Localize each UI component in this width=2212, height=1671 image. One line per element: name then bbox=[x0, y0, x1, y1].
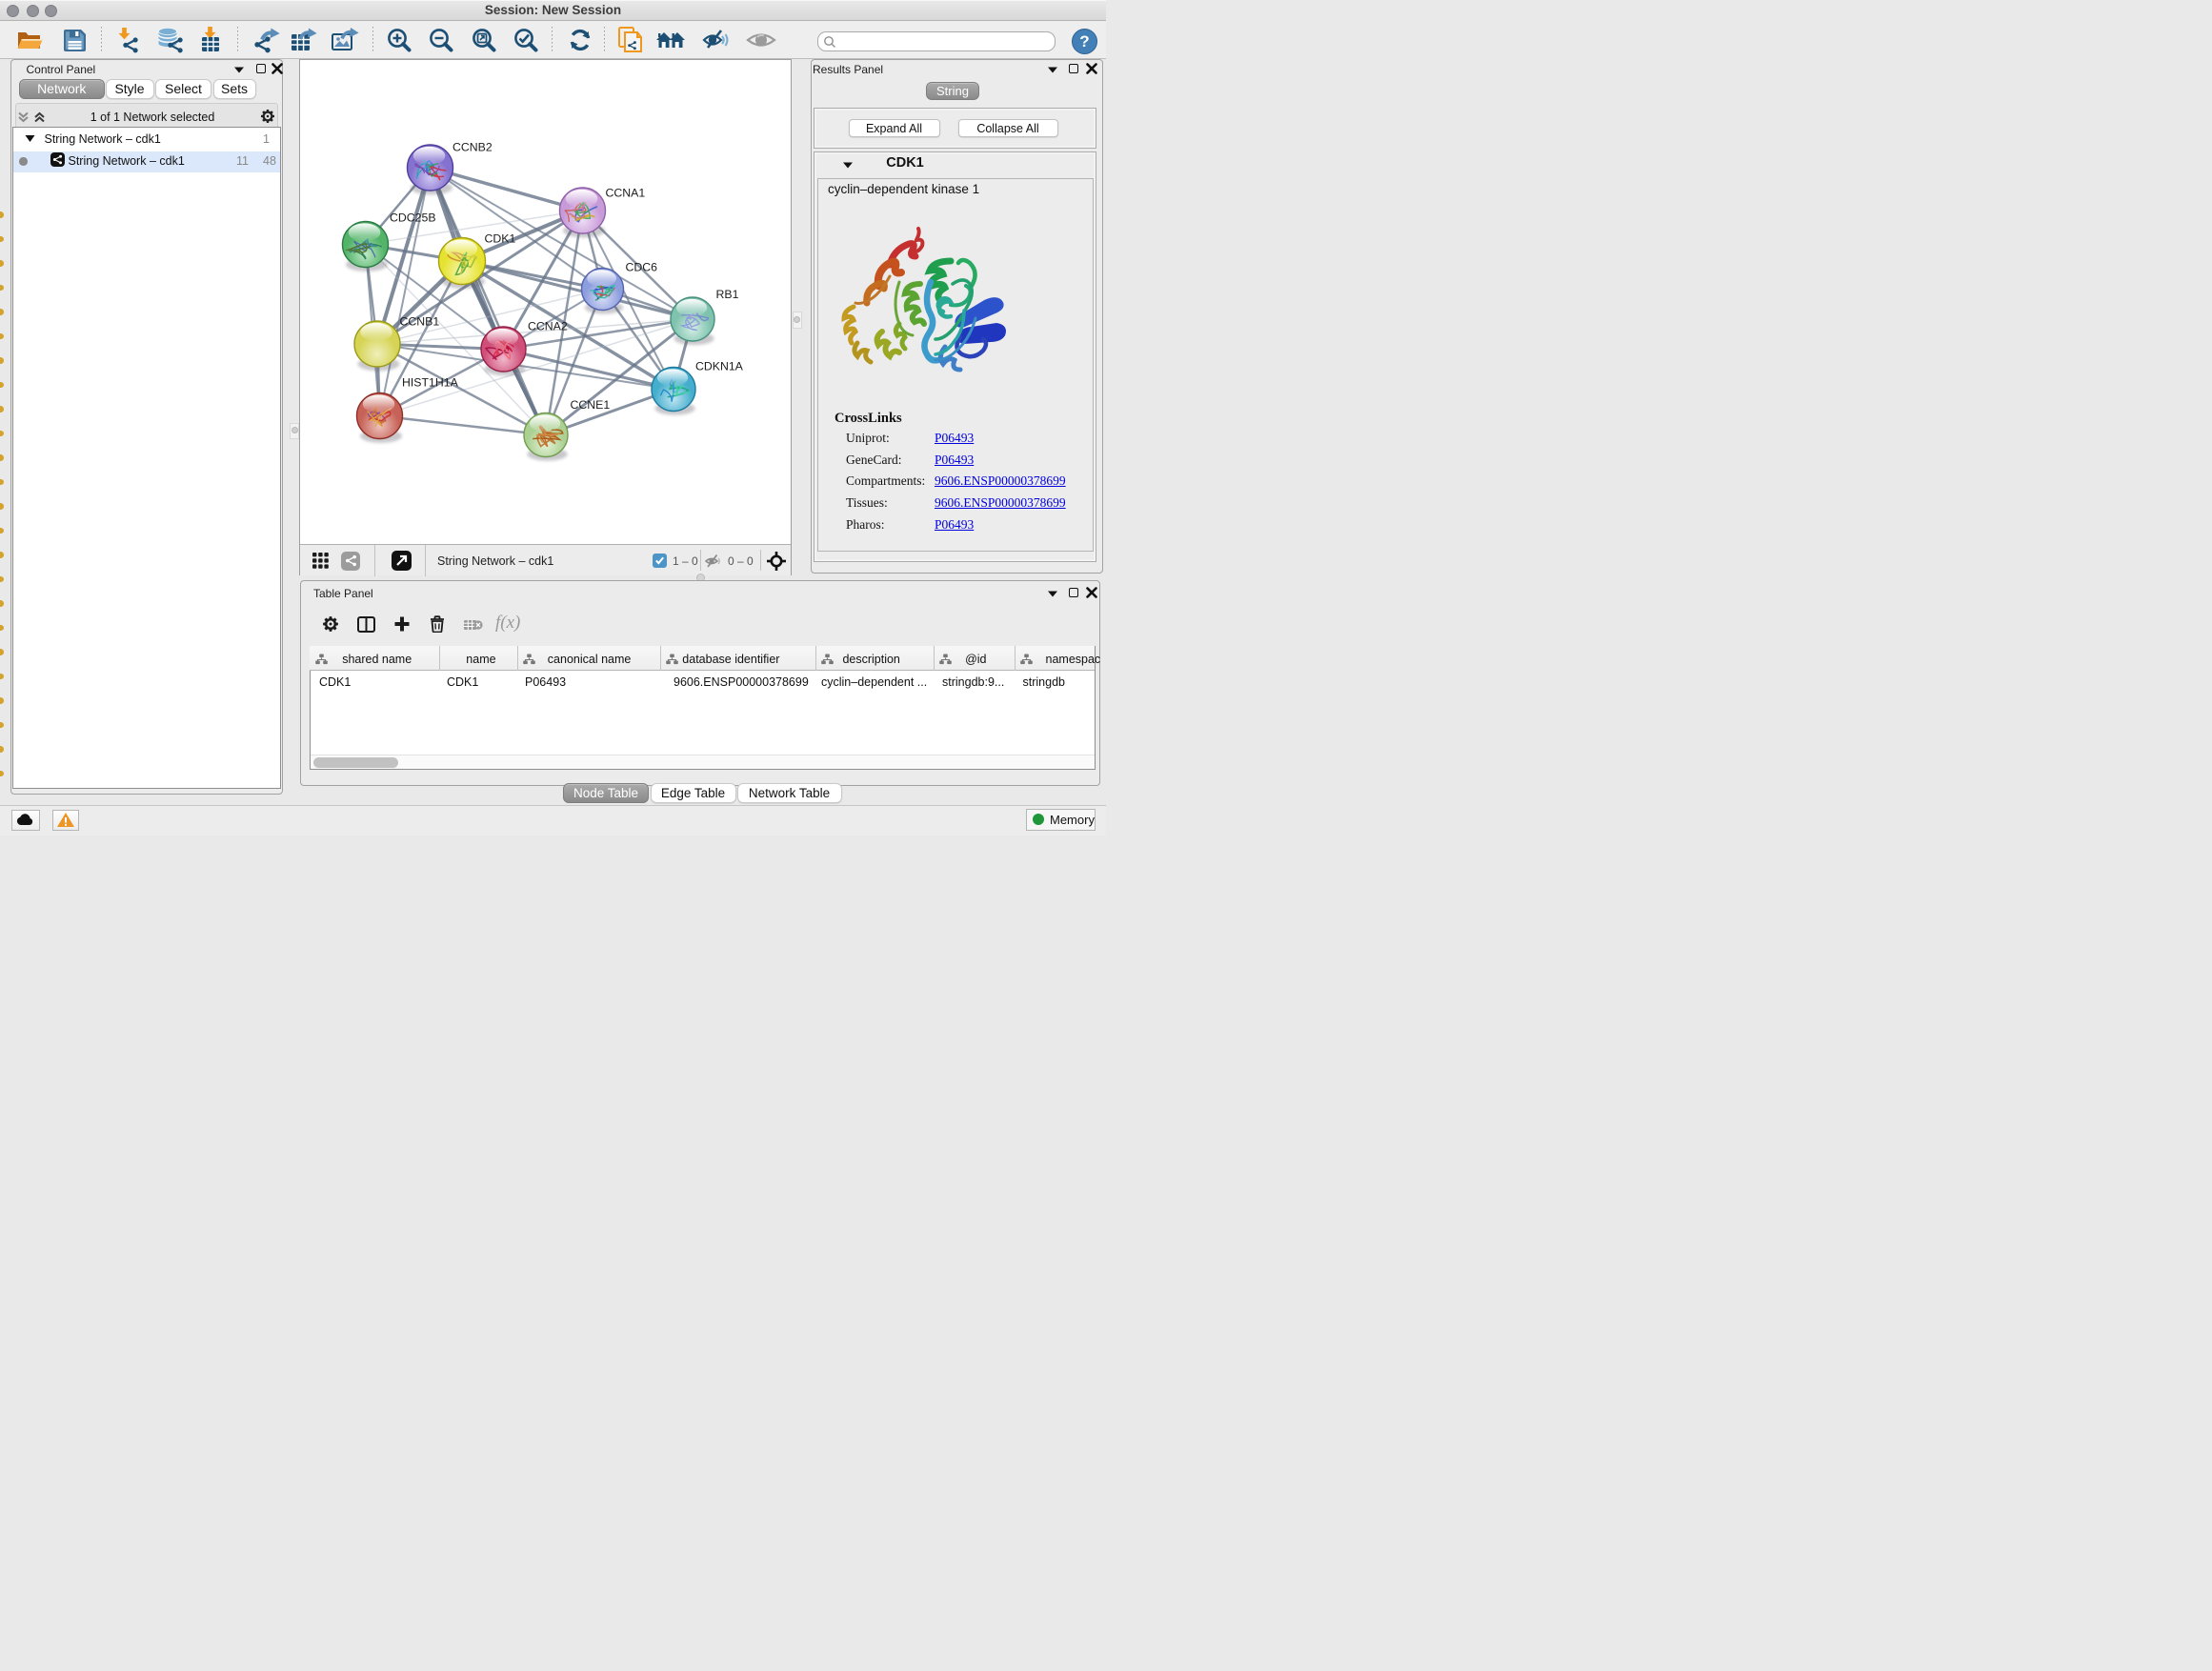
svg-text:CCNB2: CCNB2 bbox=[452, 140, 493, 153]
svg-text:HIST1H1A: HIST1H1A bbox=[402, 375, 459, 389]
svg-text:CCNA2: CCNA2 bbox=[528, 319, 568, 332]
svg-text:CDC6: CDC6 bbox=[626, 260, 658, 273]
svg-text:CDC25B: CDC25B bbox=[390, 211, 436, 224]
svg-text:CDK1: CDK1 bbox=[485, 232, 516, 245]
svg-text:CCNB1: CCNB1 bbox=[400, 314, 440, 328]
svg-text:CDKN1A: CDKN1A bbox=[695, 359, 744, 372]
svg-text:RB1: RB1 bbox=[716, 288, 739, 301]
svg-text:CCNA1: CCNA1 bbox=[606, 186, 646, 199]
svg-text:CCNE1: CCNE1 bbox=[571, 398, 611, 412]
